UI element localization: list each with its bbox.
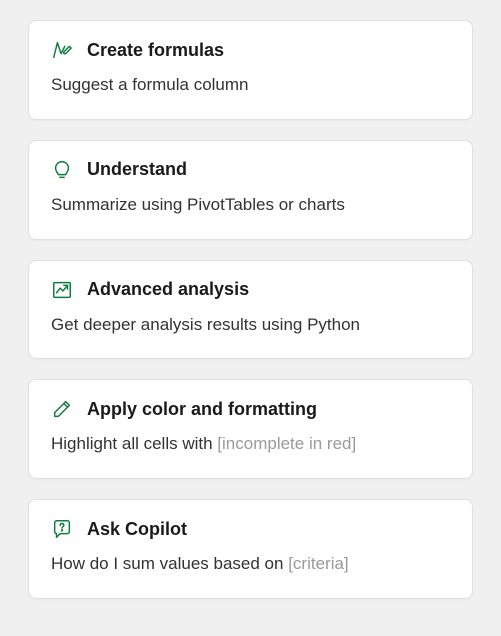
card-desc-text: Highlight all cells with bbox=[51, 434, 217, 453]
card-header: Understand bbox=[51, 159, 450, 181]
card-ask-copilot[interactable]: Ask Copilot How do I sum values based on… bbox=[28, 499, 473, 599]
card-description: Suggest a formula column bbox=[51, 73, 450, 97]
card-title: Ask Copilot bbox=[87, 519, 187, 540]
card-description: How do I sum values based on [criteria] bbox=[51, 552, 450, 576]
card-desc-placeholder: [criteria] bbox=[288, 554, 348, 573]
card-title: Understand bbox=[87, 159, 187, 180]
lightbulb-icon bbox=[51, 159, 73, 181]
card-title: Create formulas bbox=[87, 40, 224, 61]
card-advanced-analysis[interactable]: Advanced analysis Get deeper analysis re… bbox=[28, 260, 473, 360]
chat-question-icon bbox=[51, 518, 73, 540]
trend-arrow-icon bbox=[51, 279, 73, 301]
card-description: Summarize using PivotTables or charts bbox=[51, 193, 450, 217]
card-header: Advanced analysis bbox=[51, 279, 450, 301]
card-title: Advanced analysis bbox=[87, 279, 249, 300]
card-description: Get deeper analysis results using Python bbox=[51, 313, 450, 337]
card-header: Apply color and formatting bbox=[51, 398, 450, 420]
card-apply-color-formatting[interactable]: Apply color and formatting Highlight all… bbox=[28, 379, 473, 479]
card-create-formulas[interactable]: Create formulas Suggest a formula column bbox=[28, 20, 473, 120]
card-title: Apply color and formatting bbox=[87, 399, 317, 420]
card-header: Ask Copilot bbox=[51, 518, 450, 540]
card-desc-text: Suggest a formula column bbox=[51, 75, 249, 94]
card-desc-text: Get deeper analysis results using Python bbox=[51, 315, 360, 334]
card-understand[interactable]: Understand Summarize using PivotTables o… bbox=[28, 140, 473, 240]
card-desc-text: How do I sum values based on bbox=[51, 554, 288, 573]
card-desc-placeholder: [incomplete in red] bbox=[217, 434, 356, 453]
pencil-icon bbox=[51, 398, 73, 420]
card-header: Create formulas bbox=[51, 39, 450, 61]
card-description: Highlight all cells with [incomplete in … bbox=[51, 432, 450, 456]
formula-pen-icon bbox=[51, 39, 73, 61]
card-desc-text: Summarize using PivotTables or charts bbox=[51, 195, 345, 214]
